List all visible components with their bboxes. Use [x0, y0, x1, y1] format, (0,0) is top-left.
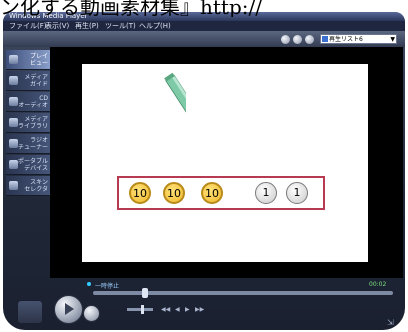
next-button[interactable]: ▶▶ [195, 306, 204, 313]
elapsed-time: 00:02 [369, 281, 387, 288]
coin-1-yen: 1 [255, 182, 277, 204]
forward-button[interactable]: ▶ [185, 306, 190, 313]
menu-help[interactable]: ヘルプ(H) [139, 21, 171, 31]
play-icon [65, 303, 74, 315]
sidebar-item-media-guide[interactable]: メディア ガイド [6, 71, 51, 91]
menu-view[interactable]: 表示(V) [45, 21, 69, 31]
sidebar-item-label: ポータブル デバイス [17, 158, 48, 172]
menu-file[interactable]: ファイル(F) [9, 21, 47, 31]
sidebar-item-media-library[interactable]: メディア ライブラリ [6, 113, 51, 133]
sidebar-item-label: ラジオ チューナー [17, 137, 48, 151]
feature-taskbar: プレイ ビュー メディア ガイド CD オーディオ メディア ライブラリ ラジオ… [6, 50, 51, 200]
coin-10-yen: 10 [129, 182, 151, 204]
previous-button[interactable]: ◀◀ [161, 306, 170, 313]
chevron-down-icon[interactable]: ▼ [390, 35, 395, 45]
sidebar-item-radio-tuner[interactable]: ラジオ チューナー [6, 134, 51, 154]
rewind-button[interactable]: ◀ [175, 306, 180, 313]
sidebar-item-label: メディア ガイド [24, 74, 48, 88]
video-area[interactable]: 10 10 10 1 1 [50, 47, 403, 278]
menu-tools[interactable]: ツール(T) [105, 21, 136, 31]
sidebar-item-label: プレイ ビュー [29, 53, 48, 67]
minimize-mode-button[interactable] [281, 35, 290, 44]
playlist-icon [322, 36, 328, 42]
volume-slider[interactable] [127, 305, 153, 314]
seek-handle[interactable] [142, 288, 148, 298]
volume-handle[interactable] [141, 305, 144, 314]
compact-mode-button[interactable] [293, 35, 302, 44]
playback-status: 一時停止 [95, 283, 120, 290]
overlay-caption: ン化する動画素材集』http:// [0, 0, 262, 17]
stop-button[interactable] [83, 305, 100, 322]
seek-bar[interactable] [93, 288, 393, 298]
playlist-select[interactable]: 再生リスト6 ▼ [320, 34, 397, 44]
play-button[interactable] [54, 295, 83, 324]
sidebar-item-label: スキン セレクタ [24, 179, 48, 193]
menu-play[interactable]: 再生(P) [75, 21, 99, 31]
sidebar-item-portable-device[interactable]: ポータブル デバイス [6, 155, 51, 175]
sidebar-item-cd-audio[interactable]: CD オーディオ [6, 92, 51, 112]
playlist-selected-value: 再生リスト6 [329, 36, 363, 43]
transport-bar: 一時停止 00:02 ◀◀ ◀ ▶ ▶▶ ⇲ [3, 278, 405, 330]
video-frame: 10 10 10 1 1 [82, 64, 368, 262]
pencil-illustration [164, 72, 186, 159]
status-indicator-icon [87, 282, 91, 286]
coin-10-yen: 10 [201, 182, 223, 204]
sidebar-item-skin-chooser[interactable]: スキン セレクタ [6, 176, 51, 196]
playlist-toggle-button[interactable] [305, 35, 314, 44]
sidebar-item-now-playing[interactable]: プレイ ビュー [6, 50, 51, 70]
media-player-window: Windows Media Player ファイル(F) 表示(V) 再生(P)… [3, 12, 405, 330]
sidebar-item-label: CD オーディオ [18, 95, 48, 109]
resize-grip-icon[interactable]: ⇲ [387, 318, 394, 327]
menu-bar: ファイル(F) 表示(V) 再生(P) ツール(T) ヘルプ(H) [3, 21, 405, 31]
coin-1-yen: 1 [286, 182, 308, 204]
coin-10-yen: 10 [163, 182, 185, 204]
top-toolbar: 再生リスト6 ▼ [3, 31, 405, 47]
sidebar-item-label: メディア ライブラリ [17, 116, 48, 130]
corner-ornament [17, 300, 43, 324]
coin-highlight-box: 10 10 10 1 1 [117, 176, 325, 210]
